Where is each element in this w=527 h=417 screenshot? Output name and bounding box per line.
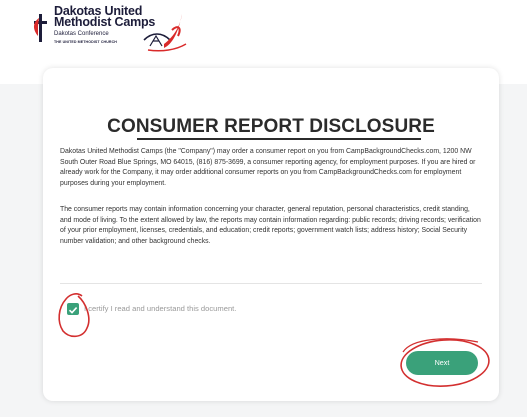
logo-line-4: THE UNITED METHODIST CHURCH xyxy=(54,40,117,44)
logo-line-3: Dakotas Conference xyxy=(54,31,109,37)
title-underline xyxy=(137,138,421,140)
logo-line-2: Methodist Camps xyxy=(54,15,156,29)
next-button[interactable]: Next xyxy=(406,351,478,375)
checkmark-icon xyxy=(68,307,78,314)
disclosure-paragraph-2: The consumer reports may contain informa… xyxy=(60,206,481,245)
section-divider xyxy=(60,283,482,284)
logo-wordmark: Dakotas United Methodist Camps Dakotas C… xyxy=(54,5,156,45)
disclosure-paragraph-1: Dakotas United Methodist Camps (the "Com… xyxy=(60,148,476,187)
disclosure-card: CONSUMER REPORT DISCLOSURE Dakotas Unite… xyxy=(43,68,499,401)
cross-flame-icon xyxy=(34,14,47,42)
dakotas-umc-logo: Dakotas United Methodist Camps Dakotas C… xyxy=(30,5,210,52)
certify-label[interactable]: I certify I read and understand this doc… xyxy=(84,304,236,313)
page-title: CONSUMER REPORT DISCLOSURE xyxy=(107,116,435,137)
certify-checkbox[interactable] xyxy=(67,303,79,315)
camp-flame-icon xyxy=(143,14,187,52)
